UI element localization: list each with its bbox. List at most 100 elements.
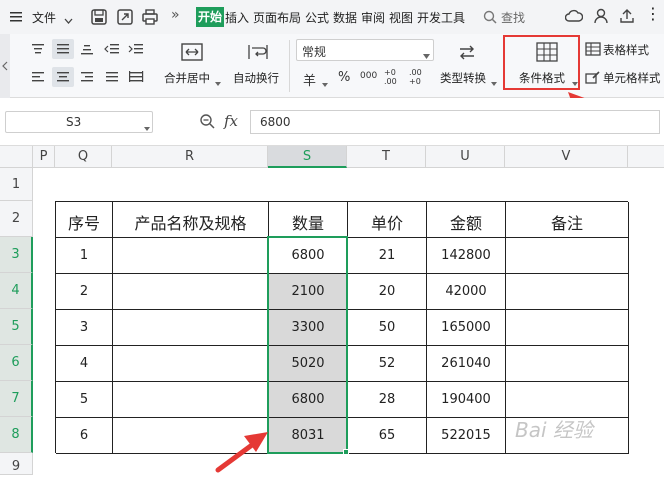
column-header-q[interactable]: Q — [55, 146, 112, 168]
tab-developer[interactable]: 开发工具 — [417, 9, 465, 26]
table-cell[interactable] — [113, 238, 269, 274]
align-left-icon[interactable] — [30, 70, 46, 87]
cloud-sync-icon[interactable] — [564, 9, 584, 28]
user-icon[interactable] — [593, 8, 609, 27]
row-header-9[interactable]: 9 — [0, 453, 33, 475]
decrease-decimal-button[interactable]: .00 +0 — [409, 68, 429, 86]
wrap-text-icon[interactable] — [246, 42, 270, 65]
column-header-u[interactable]: U — [426, 146, 505, 168]
type-convert-icon[interactable] — [456, 42, 478, 65]
table-header[interactable]: 数量 — [269, 202, 348, 238]
export-pdf-icon[interactable] — [116, 8, 134, 29]
increase-indent-icon[interactable] — [128, 42, 144, 59]
convert-dropdown-icon[interactable] — [491, 75, 497, 89]
file-menu[interactable]: 文件 — [32, 9, 56, 26]
more-icon[interactable]: » — [171, 7, 180, 23]
thousands-separator-button[interactable]: 000 — [360, 71, 377, 81]
merge-center-icon[interactable] — [180, 42, 204, 65]
table-cell[interactable]: 50 — [348, 310, 427, 346]
table-style-label[interactable]: 表格样式 — [603, 42, 649, 58]
wrap-text-label[interactable]: 自动换行 — [233, 70, 279, 86]
row-header-8[interactable]: 8 — [0, 417, 33, 453]
table-cell[interactable]: 42000 — [427, 274, 506, 310]
row-header-6[interactable]: 6 — [0, 345, 33, 381]
table-cell[interactable]: 190400 — [427, 382, 506, 418]
currency-dropdown-icon[interactable] — [322, 76, 328, 90]
chevron-down-icon[interactable] — [64, 13, 73, 27]
column-header-s[interactable]: S — [268, 146, 347, 168]
search-icon[interactable] — [483, 10, 497, 27]
row-header-4[interactable]: 4 — [0, 273, 33, 309]
name-box[interactable]: S3 — [5, 111, 153, 133]
search-label[interactable]: 查找 — [501, 9, 525, 26]
column-header-r[interactable]: R — [112, 146, 268, 168]
type-convert-label[interactable]: 类型转换 — [440, 70, 486, 86]
select-all-corner[interactable] — [0, 146, 33, 168]
table-header[interactable]: 序号 — [56, 202, 113, 238]
align-top-icon[interactable] — [30, 42, 46, 59]
fill-handle[interactable] — [343, 449, 349, 455]
merge-center-label[interactable]: 合并居中 — [164, 70, 210, 86]
ribbon-scroll-left[interactable] — [0, 34, 10, 98]
save-icon[interactable] — [90, 8, 108, 29]
table-cell[interactable]: 28 — [348, 382, 427, 418]
increase-decimal-button[interactable]: +0 .00 — [384, 68, 404, 86]
tab-insert[interactable]: 插入 — [225, 9, 249, 26]
tab-home[interactable]: 开始 — [196, 7, 225, 27]
tab-data[interactable]: 数据 — [333, 9, 357, 26]
currency-format-button[interactable]: 羊 — [303, 70, 316, 89]
align-middle-button[interactable] — [52, 39, 74, 59]
decrease-indent-icon[interactable] — [104, 42, 120, 59]
table-cell[interactable]: 5 — [56, 382, 113, 418]
number-format-select[interactable]: 常规 — [296, 39, 434, 61]
table-cell[interactable]: 3 — [56, 310, 113, 346]
table-cell[interactable] — [506, 238, 629, 274]
merge-dropdown-icon[interactable] — [215, 75, 221, 89]
table-cell[interactable] — [113, 310, 269, 346]
table-cell[interactable]: 1 — [56, 238, 113, 274]
fx-label[interactable]: fx — [224, 112, 238, 130]
tab-view[interactable]: 视图 — [389, 9, 413, 26]
table-style-icon[interactable] — [585, 42, 601, 59]
share-icon[interactable] — [619, 8, 635, 27]
table-header[interactable]: 单价 — [348, 202, 427, 238]
table-header[interactable]: 金额 — [427, 202, 506, 238]
align-bottom-icon[interactable] — [79, 42, 95, 59]
table-cell[interactable] — [113, 346, 269, 382]
cell-style-icon[interactable] — [585, 70, 601, 87]
table-cell[interactable]: 142800 — [427, 238, 506, 274]
table-cell[interactable] — [506, 274, 629, 310]
table-cell[interactable]: 522015 — [427, 418, 506, 454]
table-cell[interactable]: 2 — [56, 274, 113, 310]
cell-style-label[interactable]: 单元格样式 — [603, 70, 661, 86]
table-header[interactable]: 备注 — [506, 202, 629, 238]
table-cell[interactable] — [506, 382, 629, 418]
table-cell[interactable]: 261040 — [427, 346, 506, 382]
table-cell[interactable]: 21 — [348, 238, 427, 274]
formula-input[interactable]: 6800 — [250, 110, 660, 134]
more-options-icon[interactable]: ⋮ — [645, 4, 661, 23]
hamburger-menu-icon[interactable] — [10, 11, 22, 22]
table-cell[interactable]: 65 — [348, 418, 427, 454]
row-header-3[interactable]: 3 — [0, 237, 33, 273]
selection-range[interactable] — [267, 236, 348, 454]
align-right-icon[interactable] — [79, 70, 95, 87]
row-header-7[interactable]: 7 — [0, 381, 33, 417]
column-header-p[interactable]: P — [33, 146, 55, 168]
conditional-format-button[interactable]: 条件格式 — [503, 35, 580, 90]
justify-icon[interactable] — [104, 70, 120, 87]
print-icon[interactable] — [141, 8, 159, 29]
table-cell[interactable]: 4 — [56, 346, 113, 382]
table-cell[interactable]: 6 — [56, 418, 113, 454]
percent-button[interactable]: % — [338, 70, 350, 85]
table-cell[interactable]: 52 — [348, 346, 427, 382]
column-header-v[interactable]: V — [505, 146, 628, 168]
row-header-2[interactable]: 2 — [0, 201, 33, 237]
column-header-w[interactable] — [628, 146, 664, 168]
table-cell[interactable]: 165000 — [427, 310, 506, 346]
table-cell[interactable] — [113, 382, 269, 418]
table-cell[interactable] — [506, 346, 629, 382]
row-header-5[interactable]: 5 — [0, 309, 33, 345]
column-header-t[interactable]: T — [347, 146, 426, 168]
tab-formulas[interactable]: 公式 — [305, 9, 329, 26]
